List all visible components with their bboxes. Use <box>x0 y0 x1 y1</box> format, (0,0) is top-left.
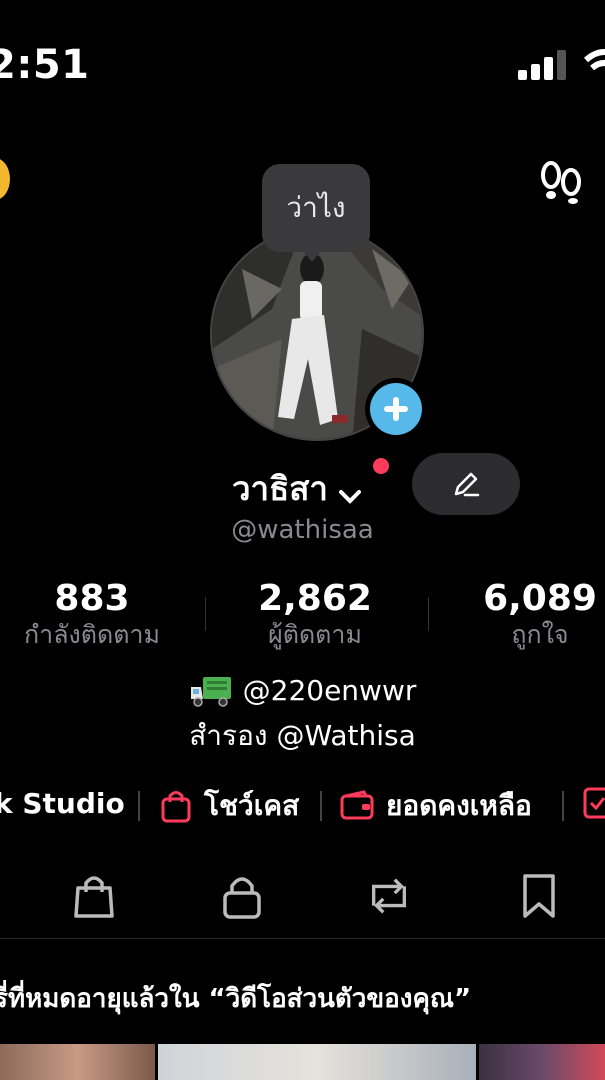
coin-icon[interactable] <box>0 158 10 200</box>
tabs-divider <box>0 938 605 939</box>
following-count: 883 <box>54 578 130 619</box>
video-thumbnail[interactable] <box>479 1044 605 1080</box>
bookmark-icon <box>523 874 555 918</box>
status-time: 2:51 <box>0 42 90 88</box>
bio-line: @220enwwr <box>0 674 605 709</box>
showcase-label: โชว์เคส <box>204 789 300 822</box>
lock-icon <box>223 877 261 919</box>
wallet-icon <box>340 790 374 820</box>
pencil-icon <box>454 472 480 497</box>
balance-link[interactable]: ยอดคงเหลือ <box>340 784 532 828</box>
notification-dot <box>373 458 389 474</box>
followers-label: ผู้ติดตาม <box>268 620 362 649</box>
username: @wathisaa <box>231 515 374 545</box>
tab-saved[interactable] <box>516 868 562 924</box>
studio-link[interactable]: k Studio <box>0 787 125 820</box>
studio-label: k Studio <box>0 787 125 820</box>
add-avatar-button[interactable] <box>365 378 427 440</box>
following-stat[interactable]: 883 กำลังติดตาม <box>0 578 184 650</box>
shopping-bag-icon <box>74 876 114 918</box>
link-divider <box>138 791 140 821</box>
checklist-icon <box>583 787 605 819</box>
edit-profile-button[interactable] <box>412 453 520 515</box>
chevron-down-icon <box>338 489 361 504</box>
cellular-signal-icon <box>518 50 566 80</box>
tab-private[interactable] <box>219 868 265 924</box>
followers-stat[interactable]: 2,862 ผู้ติดตาม <box>210 578 420 650</box>
footprints-icon[interactable] <box>538 160 584 204</box>
profile-tabs <box>0 868 605 928</box>
shopping-bag-icon <box>161 791 191 823</box>
bio-line-2: สำรอง @Wathisa <box>189 719 416 752</box>
followers-count: 2,862 <box>258 578 372 619</box>
tab-shop[interactable] <box>71 868 117 924</box>
status-note-bubble[interactable]: ว่าไง <box>262 164 370 252</box>
likes-count: 6,089 <box>483 578 597 619</box>
following-label: กำลังติดตาม <box>24 620 160 649</box>
balance-label: ยอดคงเหลือ <box>386 789 532 822</box>
plus-icon <box>384 397 408 421</box>
bio-mention-1[interactable]: @220enwwr <box>243 674 417 707</box>
delivery-truck-icon <box>190 677 231 707</box>
repost-icon <box>371 878 407 914</box>
display-name: วาธิสา <box>232 469 328 508</box>
likes-stat[interactable]: 6,089 ถูกใจ <box>430 578 605 650</box>
tab-reposts[interactable] <box>366 868 412 924</box>
status-bubble-tail <box>302 250 322 262</box>
stat-divider <box>428 597 429 631</box>
wifi-icon <box>584 49 605 71</box>
link-divider <box>562 791 564 821</box>
profile-links-row: k Studio โชว์เคส ยอดคงเหลือ <box>0 782 605 828</box>
expired-stories-notice[interactable]: รี่ที่หมดอายุแล้วใน “วิดีโอส่วนตัวของคุณ… <box>0 978 471 1019</box>
likes-label: ถูกใจ <box>511 620 569 649</box>
showcase-link[interactable]: โชว์เคส <box>160 784 299 828</box>
video-grid <box>0 1044 605 1080</box>
more-link[interactable] <box>582 784 605 820</box>
link-divider <box>320 791 322 821</box>
video-thumbnail[interactable] <box>0 1044 155 1080</box>
stat-divider <box>205 597 206 631</box>
video-thumbnail[interactable] <box>158 1044 476 1080</box>
